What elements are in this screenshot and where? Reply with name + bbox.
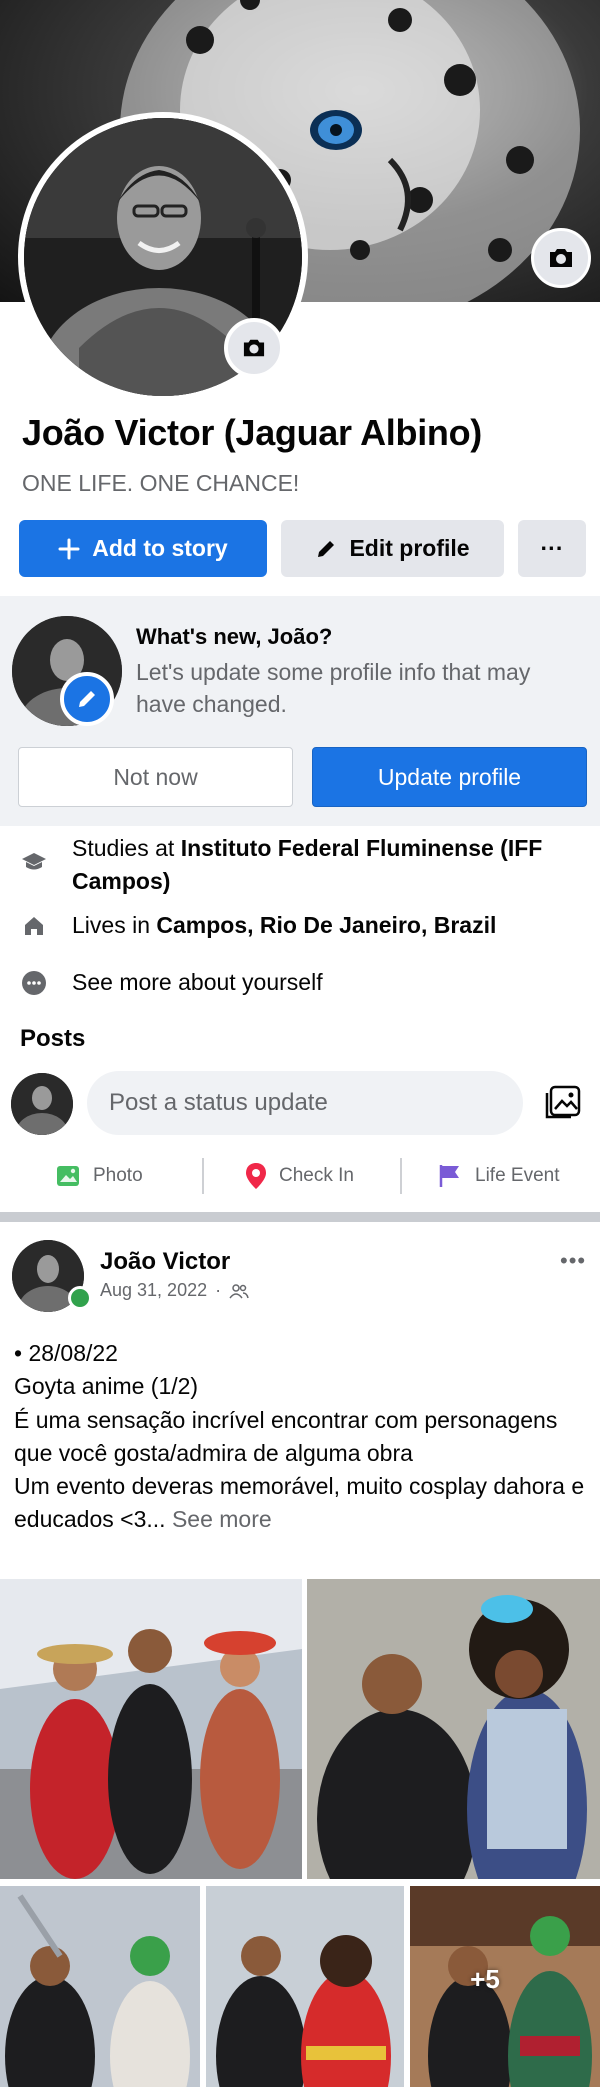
pencil-icon <box>318 540 335 557</box>
studies-prefix: Studies at <box>72 835 181 861</box>
more-photos-count: +5 <box>470 1964 500 1994</box>
cosplay-red-outfit-photo <box>206 1886 404 2087</box>
intro-location[interactable]: Lives in Campos, Rio De Janeiro, Brazil <box>0 909 600 943</box>
photo-action[interactable]: Photo <box>55 1152 143 1200</box>
not-now-button[interactable]: Not now <box>18 747 293 807</box>
friends-audience-icon[interactable] <box>229 1283 249 1299</box>
photo-label: Photo <box>93 1165 143 1186</box>
cosplay-sword-photo <box>0 1886 200 2087</box>
add-to-story-label: Add to story <box>92 535 228 561</box>
post-text: • 28/08/22 Goyta anime (1/2) É uma sensa… <box>14 1337 589 1537</box>
more-icon: ··· <box>540 535 564 561</box>
check-in-action[interactable]: Check In <box>245 1152 354 1200</box>
post-line-text: Um evento deveras memorável, muito cospl… <box>14 1473 585 1533</box>
check-in-label: Check In <box>279 1165 354 1186</box>
section-divider <box>0 1212 600 1222</box>
profile-camera-button[interactable] <box>224 318 284 378</box>
life-event-action[interactable]: Life Event <box>437 1152 560 1200</box>
post-photo[interactable] <box>307 1579 600 1879</box>
photo-icon <box>57 1166 79 1186</box>
cosplay-group-photo <box>0 1579 302 1879</box>
more-options-button[interactable]: ··· <box>518 520 586 577</box>
composer-avatar[interactable] <box>11 1073 73 1135</box>
update-profile-button[interactable]: Update profile <box>312 747 587 807</box>
add-to-story-button[interactable]: Add to story <box>19 520 267 577</box>
intro-see-more[interactable]: See more about yourself <box>0 966 600 1000</box>
intro-location-text: Lives in Campos, Rio De Janeiro, Brazil <box>72 909 587 942</box>
post-photo[interactable] <box>0 1886 200 2087</box>
post-photo[interactable] <box>206 1886 404 2087</box>
post-author-name[interactable]: João Victor <box>100 1248 230 1276</box>
status-update-input[interactable]: Post a status update <box>87 1071 523 1135</box>
see-more-about-yourself: See more about yourself <box>72 969 323 995</box>
person-silhouette <box>11 1073 73 1135</box>
house-icon <box>18 910 50 942</box>
ellipsis-circle-icon <box>18 967 50 999</box>
post-line: Um evento deveras memorável, muito cospl… <box>14 1470 589 1537</box>
posts-heading: Posts <box>20 1025 86 1052</box>
edit-profile-button[interactable]: Edit profile <box>281 520 504 577</box>
profile-bio: ONE LIFE. ONE CHANCE! <box>22 470 300 496</box>
cosplay-duo-photo <box>307 1579 600 1879</box>
plus-icon <box>58 538 80 559</box>
photo-gallery-icon <box>545 1085 581 1119</box>
post-line: • 28/08/22 <box>14 1340 118 1366</box>
post-photo[interactable]: +5 <box>410 1886 600 2087</box>
post-date[interactable]: Aug 31, 2022 <box>100 1280 207 1301</box>
profile-name: João Victor (Jaguar Albino) <box>22 412 482 453</box>
camera-icon <box>550 249 572 267</box>
action-divider <box>202 1158 204 1194</box>
flag-icon <box>439 1165 459 1187</box>
action-divider <box>400 1158 402 1194</box>
edit-profile-label: Edit profile <box>349 535 470 561</box>
lives-prefix: Lives in <box>72 912 157 938</box>
composer-photo-button[interactable] <box>540 1080 586 1126</box>
composer-actions: Photo Check In Life Event <box>0 1152 600 1200</box>
intro-education-text: Studies at Instituto Federal Fluminense … <box>72 832 587 898</box>
profile-actions: Add to story Edit profile ··· <box>19 520 586 577</box>
cover-camera-button[interactable] <box>531 228 591 288</box>
intro-education[interactable]: Studies at Instituto Federal Fluminense … <box>0 832 600 898</box>
location-pin-icon <box>246 1163 266 1189</box>
post-options-icon[interactable]: ••• <box>560 1248 586 1274</box>
prompt-title: What's new, João? <box>136 624 333 649</box>
see-more-link[interactable]: See more <box>172 1506 272 1532</box>
meta-separator: · <box>215 1280 222 1300</box>
post-meta: Aug 31, 2022 · <box>100 1280 249 1301</box>
pencil-icon <box>79 691 95 707</box>
post-photo[interactable] <box>0 1579 302 1879</box>
graduation-cap-icon <box>18 846 50 878</box>
lives-place: Campos, Rio De Janeiro, Brazil <box>156 912 497 938</box>
prompt-edit-badge <box>60 672 114 726</box>
online-status-dot <box>68 1286 92 1310</box>
profile-update-prompt: What's new, João? Let's update some prof… <box>0 596 600 826</box>
post-line: É uma sensação incrível encontrar com pe… <box>14 1406 558 1466</box>
prompt-text: Let's update some profile info that may … <box>136 659 531 717</box>
post-line: Goyta anime (1/2) <box>14 1373 199 1400</box>
life-event-label: Life Event <box>475 1165 560 1186</box>
camera-icon <box>243 339 265 357</box>
